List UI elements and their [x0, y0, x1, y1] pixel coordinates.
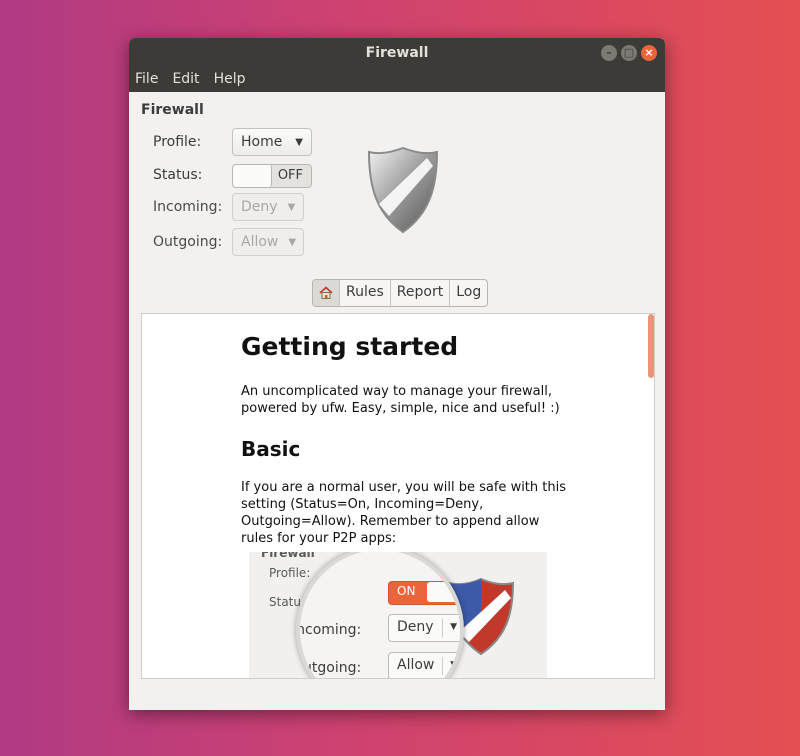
preview-incoming-label: Incoming:	[296, 622, 362, 638]
menu-edit[interactable]: Edit	[172, 68, 199, 92]
preview-status-label: Statu	[269, 595, 301, 609]
scrollbar-thumb[interactable]	[648, 314, 654, 378]
tab-rules[interactable]: Rules	[339, 280, 390, 306]
menu-file[interactable]: File	[135, 68, 158, 92]
outgoing-label: Outgoing:	[153, 234, 223, 250]
preview-section-title: Firewall	[261, 552, 315, 560]
profile-label: Profile:	[153, 134, 202, 150]
outgoing-combo: Allow ▼	[232, 228, 304, 256]
chevron-down-icon: ▼	[287, 201, 296, 213]
preview-outgoing-combo: Allow ▼	[388, 652, 460, 678]
incoming-combo: Deny ▼	[232, 193, 304, 221]
status-toggle[interactable]: OFF	[232, 164, 312, 188]
window-title: Firewall	[365, 45, 429, 61]
chevron-down-icon: ▼	[295, 136, 303, 148]
tab-home[interactable]	[313, 280, 339, 306]
maximize-button[interactable]: □	[621, 45, 637, 61]
chevron-down-icon: ▼	[288, 236, 297, 248]
doc-heading: Getting started	[241, 332, 459, 361]
tab-log[interactable]: Log	[449, 280, 487, 306]
incoming-label: Incoming:	[153, 199, 223, 215]
shield-icon	[367, 146, 439, 234]
view-tabs: Rules Report Log	[312, 279, 489, 307]
outgoing-value: Allow	[241, 234, 279, 250]
preview-incoming-combo: Deny ▼	[388, 614, 460, 642]
main-content: Firewall Profile: Home ▼ Status: OFF Inc…	[129, 92, 665, 710]
chevron-down-icon: ▼	[450, 622, 457, 632]
menu-help[interactable]: Help	[214, 68, 246, 92]
chevron-down-icon: ▼	[450, 660, 457, 670]
doc-intro: An uncomplicated way to manage your fire…	[241, 384, 560, 416]
preview-profile-label: Profile:	[269, 566, 311, 580]
title-bar[interactable]: Firewall – □ ×	[129, 38, 665, 68]
preview-status-value: ON	[397, 584, 416, 598]
preview-outgoing-value: Allow	[397, 657, 435, 673]
help-document: Getting started An uncomplicated way to …	[241, 332, 571, 547]
preview-outgoing-label: Outgoing:	[296, 660, 362, 676]
firewall-window: Firewall – □ × File Edit Help Firewall P…	[129, 38, 665, 710]
menu-bar: File Edit Help	[129, 68, 665, 92]
home-icon	[319, 286, 333, 299]
magnifier-lens: ON Incoming: Deny ▼ Outgoing: Allow ▼	[296, 552, 464, 678]
toggle-knob	[427, 582, 460, 602]
toggle-knob	[233, 165, 272, 187]
doc-basic-text: If you are a normal user, you will be sa…	[241, 480, 566, 546]
incoming-value: Deny	[241, 199, 278, 215]
minimize-button[interactable]: –	[601, 45, 617, 61]
close-button[interactable]: ×	[641, 45, 657, 61]
status-label: Status:	[153, 167, 203, 183]
profile-combo[interactable]: Home ▼	[232, 128, 312, 156]
profile-value: Home	[241, 134, 283, 150]
help-viewer[interactable]: Getting started An uncomplicated way to …	[141, 313, 655, 679]
tab-report[interactable]: Report	[389, 280, 449, 306]
doc-subheading: Basic	[241, 437, 301, 461]
settings-preview-image: Firewall Profile: Statu ON Incoming: Den…	[249, 552, 547, 678]
preview-status-toggle: ON	[388, 581, 460, 605]
status-value: OFF	[277, 168, 303, 183]
preview-incoming-value: Deny	[397, 619, 434, 635]
firewall-section-title: Firewall	[141, 102, 204, 118]
